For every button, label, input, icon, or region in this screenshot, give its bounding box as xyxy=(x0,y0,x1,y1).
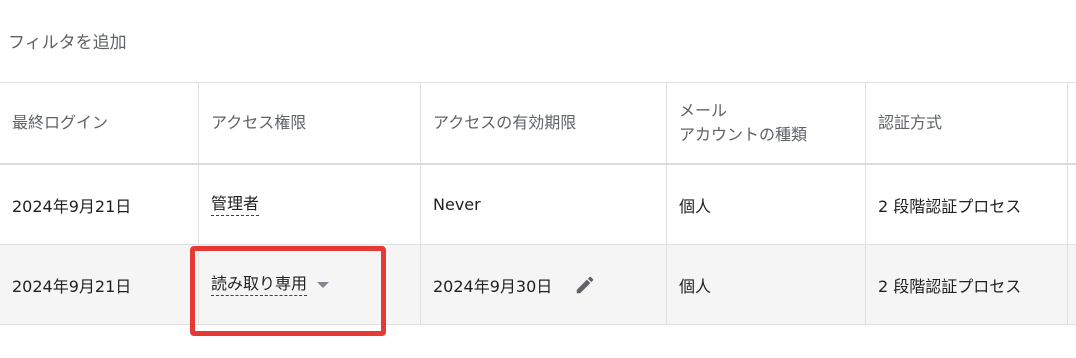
access-cell: 管理者 xyxy=(199,165,421,244)
users-table: 最終ログイン アクセス権限 アクセスの有効期限 メール アカウントの種類 認証方… xyxy=(0,82,1076,325)
auth-cell: 2 段階認証プロセス xyxy=(866,245,1068,324)
account-type-value: 個人 xyxy=(679,276,712,296)
column-header-last-login[interactable]: 最終ログイン xyxy=(0,83,199,163)
auth-value: 2 段階認証プロセス xyxy=(878,196,1022,216)
access-cell: 読み取り専用 xyxy=(199,245,421,324)
access-role-label[interactable]: 管理者 xyxy=(211,194,260,216)
last-login-value: 2024年9月21日 xyxy=(12,276,132,296)
column-header-label-line1: メール xyxy=(679,101,728,120)
row-overflow xyxy=(1068,245,1076,324)
access-role-dropdown[interactable]: 読み取り専用 xyxy=(211,274,330,296)
table-row: 2024年9月21日 管理者 Never 個人 2 段階認証プロセス xyxy=(0,165,1076,245)
auth-cell: 2 段階認証プロセス xyxy=(866,165,1068,244)
column-header-expiry[interactable]: アクセスの有効期限 xyxy=(421,83,667,163)
account-type-value: 個人 xyxy=(679,196,712,216)
column-header-access[interactable]: アクセス権限 xyxy=(199,83,421,163)
table-header-row: 最終ログイン アクセス権限 アクセスの有効期限 メール アカウントの種類 認証方… xyxy=(0,83,1076,165)
row-overflow xyxy=(1068,165,1076,244)
column-header-label: 認証方式 xyxy=(878,113,943,132)
add-filter-input[interactable]: フィルタを追加 xyxy=(8,28,127,53)
last-login-cell: 2024年9月21日 xyxy=(0,165,199,244)
last-login-cell: 2024年9月21日 xyxy=(0,245,199,324)
expiry-value: Never xyxy=(433,195,481,214)
account-type-cell: 個人 xyxy=(667,245,866,324)
column-header-auth[interactable]: 認証方式 xyxy=(866,83,1068,163)
column-overflow xyxy=(1068,83,1076,163)
expiry-cell: Never xyxy=(421,165,667,244)
chevron-down-icon xyxy=(317,281,330,288)
auth-value: 2 段階認証プロセス xyxy=(878,276,1022,296)
column-header-label: 最終ログイン xyxy=(12,113,109,132)
column-header-label-line2: アカウントの種類 xyxy=(679,125,808,144)
account-type-cell: 個人 xyxy=(667,165,866,244)
access-role-label: 読み取り専用 xyxy=(211,274,308,296)
expiry-value: 2024年9月30日 xyxy=(433,276,553,296)
table-row: 2024年9月21日 読み取り専用 2024年9月30日 個人 2 段階認証プロ… xyxy=(0,245,1076,325)
column-header-label: アクセスの有効期限 xyxy=(433,113,577,132)
column-header-label: アクセス権限 xyxy=(211,113,307,132)
last-login-value: 2024年9月21日 xyxy=(12,196,132,216)
expiry-cell: 2024年9月30日 xyxy=(421,245,667,324)
pencil-icon[interactable] xyxy=(574,274,596,296)
column-header-account-type[interactable]: メール アカウントの種類 xyxy=(667,83,866,163)
